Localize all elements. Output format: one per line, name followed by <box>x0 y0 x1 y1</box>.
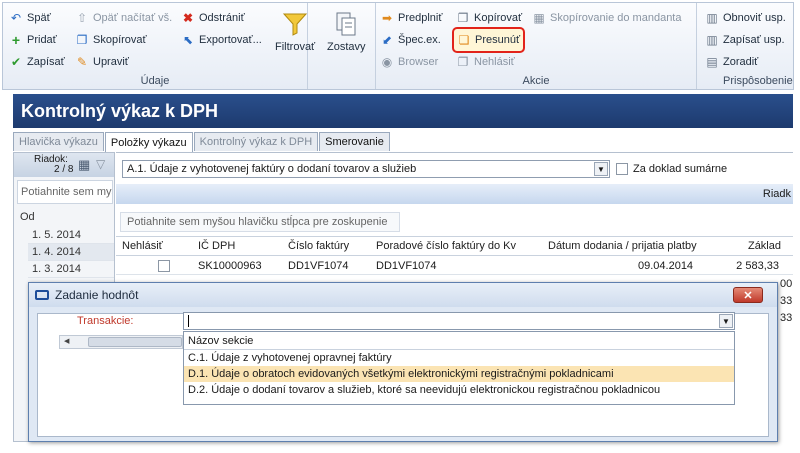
scroll-left-icon[interactable]: ◀ <box>64 337 69 345</box>
document-icon: ❐ <box>457 55 469 69</box>
table-row[interactable]: SK10000963 DD1VF1074 DD1VF1074 09.04.201… <box>116 257 793 275</box>
transakcie-input[interactable]: ▼ <box>183 312 735 330</box>
cell-value: 00 <box>780 278 793 290</box>
group-label-udaje: Údaje <box>140 75 170 87</box>
reload-icon: ⇧ <box>76 11 88 25</box>
kopirovat-button[interactable]: ❐ Kopírovať <box>456 9 523 27</box>
dropdown-option[interactable]: C.1. Údaje z vyhotovenej opravnej faktúr… <box>184 350 734 366</box>
reports-icon <box>336 12 356 36</box>
column-header[interactable]: IČ DPH <box>198 240 235 252</box>
filtrovat-button[interactable]: Filtrovať <box>275 11 315 53</box>
dialog-titlebar[interactable]: Zadanie hodnôt ✕ <box>29 283 777 307</box>
undo-icon: ↶ <box>10 11 22 25</box>
layout-save-icon: ▥ <box>706 33 718 47</box>
za-doklad-sumarne[interactable]: Za doklad sumárne <box>616 163 727 175</box>
copy-icon: ❐ <box>76 33 88 47</box>
presunut-button[interactable]: ❏ Presunúť <box>451 27 526 53</box>
export-arrow-icon: ⬋ <box>381 33 393 47</box>
database-copy-icon: ▦ <box>533 11 545 25</box>
dropdown-option[interactable]: D.2. Údaje o dodaní tovarov a služieb, k… <box>184 382 734 398</box>
tab-hlavicka-vykazu[interactable]: Hlavička výkazu <box>13 132 104 151</box>
column-header[interactable]: Dátum dodania / prijatia platby <box>548 240 697 252</box>
funnel-icon <box>282 13 308 36</box>
transakcie-label: Transakcie: <box>77 315 134 327</box>
checkmark-icon: ✔ <box>10 55 22 69</box>
tab-strip: Hlavička výkazu Položky výkazu Kontrolný… <box>13 132 391 152</box>
group-by-hint: Potiahnite sem myšou hlavičku stĺpca pre… <box>17 180 113 204</box>
grid-icon[interactable]: ▦ <box>78 157 90 173</box>
section-select[interactable]: A.1. Údaje z vyhotovenej faktúry o dodan… <box>122 160 610 178</box>
dropdown-header: Názov sekcie <box>184 332 734 350</box>
odstranit-button[interactable]: ✖ Odstrániť <box>181 9 245 27</box>
tab-smerovanie[interactable]: Smerovanie <box>319 132 390 151</box>
exportovat-button[interactable]: ⬉ Exportovať... <box>181 31 262 49</box>
zadanie-hodnot-dialog: Zadanie hodnôt ✕ Transakcie: ▼ ◀ Názov s… <box>28 282 778 442</box>
ribbon-group-akcie: ➡ Predplniť ⬋ Špec.ex. ◉ Browser ❐ Kopírovať… <box>375 3 697 89</box>
pridat-button[interactable]: + Pridať <box>9 31 57 49</box>
predplnit-button[interactable]: ➡ Predplniť <box>380 9 443 27</box>
ribbon-group-prisposobenie: ▥ Obnoviť usp. ▥ Zapísať usp. ▤ Zoradiť Pri… <box>699 3 795 89</box>
column-header-od[interactable]: Od <box>20 211 35 223</box>
page-title: Kontrolný výkaz k DPH <box>13 94 793 128</box>
zoradit-button[interactable]: ▤ Zoradiť <box>705 53 758 71</box>
section-band: Riadk <box>116 184 793 204</box>
tab-kontrolny-vykaz[interactable]: Kontrolný výkaz k DPH <box>193 132 319 151</box>
dropdown-option-selected[interactable]: D.1. Údaje o obratoch evidovaných všetký… <box>184 366 734 382</box>
pencil-icon: ✎ <box>76 55 88 69</box>
close-button[interactable]: ✕ <box>733 287 763 303</box>
obnovit-usp-button[interactable]: ▥ Obnoviť usp. <box>705 9 786 27</box>
text-cursor <box>188 315 189 327</box>
scrollbar-thumb[interactable] <box>88 337 182 347</box>
za-doklad-checkbox[interactable] <box>616 163 628 175</box>
zapisat-usp-button[interactable]: ▥ Zapísať usp. <box>705 31 784 49</box>
zapisat-button[interactable]: ✔ Zapísať <box>9 53 65 71</box>
opat-nacitat-button[interactable]: ⇧ Opäť načítať vš. <box>75 9 172 27</box>
move-document-icon: ❏ <box>458 33 470 47</box>
nehlasit-button[interactable]: ❐ Nehlásiť <box>456 53 515 71</box>
list-item[interactable]: 1. 5. 2014 <box>28 227 114 244</box>
list-item[interactable]: 1. 4. 2014 <box>28 244 114 261</box>
spat-button[interactable]: ↶ Späť <box>9 9 51 27</box>
skopirovanie-mandant-button[interactable]: ▦ Skopírovanie do mandanta <box>532 9 681 27</box>
chevron-down-icon[interactable]: ▼ <box>719 314 733 328</box>
browser-button[interactable]: ◉ Browser <box>380 53 439 71</box>
horizontal-scrollbar[interactable]: ◀ <box>59 335 183 349</box>
nehlasit-checkbox[interactable] <box>158 260 170 272</box>
column-header[interactable]: Poradové číslo faktúry do Kv <box>376 240 516 252</box>
column-header[interactable]: Nehlásiť <box>122 240 163 252</box>
layout-restore-icon: ▥ <box>706 11 718 25</box>
filter-icon[interactable]: ▽ <box>96 157 105 171</box>
group-label-akcie: Akcie <box>522 75 550 87</box>
window-icon <box>35 290 49 300</box>
export-arrow-icon: ⬉ <box>182 33 194 47</box>
transakcie-dropdown: Názov sekcie C.1. Údaje z vyhotovenej op… <box>183 331 735 405</box>
ribbon: ↶ Späť + Pridať ✔ Zapísať ⇧ Opäť načítať vš.… <box>2 2 794 90</box>
spec-ex-button[interactable]: ⬋ Špec.ex. <box>380 31 441 49</box>
copy-icon: ❐ <box>457 11 469 25</box>
skopirovat-button[interactable]: ❐ Skopírovať <box>75 31 147 49</box>
group-label-prisposobenie: Prispôsobenie <box>723 75 793 87</box>
tab-polozky-vykazu[interactable]: Položky výkazu <box>104 132 193 152</box>
cell-value: 33 <box>780 295 793 307</box>
sort-icon: ▤ <box>706 55 718 69</box>
column-header[interactable]: Základ <box>748 240 781 252</box>
ribbon-group-udaje: ↶ Späť + Pridať ✔ Zapísať ⇧ Opäť načítať vš.… <box>3 3 308 89</box>
row-counter: Riadok: 2 / 8 ▦ ▽ <box>14 153 114 177</box>
globe-icon: ◉ <box>381 55 393 69</box>
upravit-button[interactable]: ✎ Upraviť <box>75 53 129 71</box>
plus-icon: + <box>11 32 21 48</box>
cell-value: 33 <box>780 312 793 324</box>
column-header[interactable]: Číslo faktúry <box>288 240 349 252</box>
arrow-right-icon: ➡ <box>381 11 393 25</box>
zostavy-button[interactable]: Zostavy <box>327 11 366 53</box>
list-item[interactable]: 1. 3. 2014 <box>28 261 114 278</box>
group-by-hint: Potiahnite sem myšou hlavičku stĺpca pre… <box>120 212 400 232</box>
chevron-down-icon[interactable]: ▼ <box>594 162 608 176</box>
table-header: Nehlásiť IČ DPH Číslo faktúry Poradové č… <box>116 236 793 256</box>
delete-x-icon: ✖ <box>182 11 194 25</box>
